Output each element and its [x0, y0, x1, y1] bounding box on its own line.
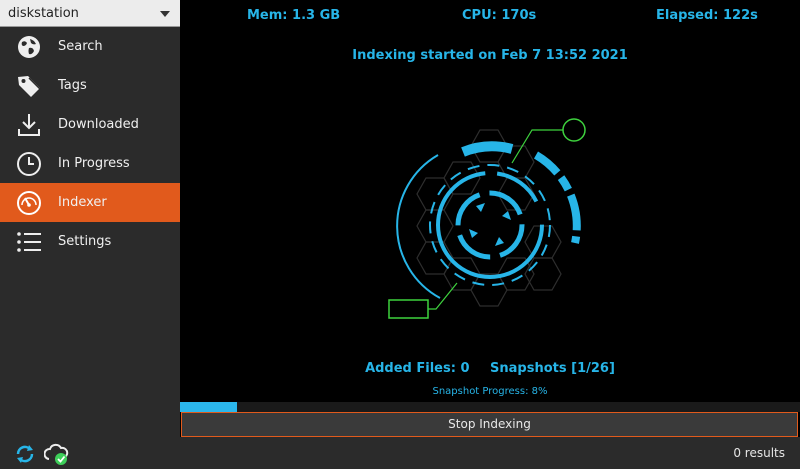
snapshot-progress-fill — [180, 402, 238, 412]
callout-top-right — [511, 118, 586, 164]
indexing-started-text: Indexing started on Feb 7 13:52 2021 — [352, 48, 628, 63]
mid-ring — [429, 164, 551, 286]
indexing-counts: Added Files: 0 Snapshots [1/26] — [180, 361, 800, 376]
speedometer-icon — [0, 183, 58, 222]
sidebar-item-label: Search — [58, 39, 103, 54]
download-icon — [0, 105, 58, 144]
callout-bottom-left — [388, 282, 458, 319]
cpu-stat: CPU: 170s — [462, 8, 537, 23]
sidebar-item-label: In Progress — [58, 156, 130, 171]
mem-stat: Mem: 1.3 GB — [247, 8, 341, 23]
cloud-connected-icon[interactable] — [43, 443, 70, 469]
outer-arc — [396, 154, 441, 299]
inner-ring — [455, 190, 525, 260]
clock-icon — [0, 144, 58, 183]
globe-icon — [0, 27, 58, 66]
snapshot-progress-bar — [180, 402, 800, 412]
sidebar-item-label: Indexer — [58, 195, 107, 210]
sidebar-item-label: Downloaded — [58, 117, 139, 132]
sidebar-item-in-progress[interactable]: In Progress — [0, 144, 180, 183]
sidebar-item-indexer[interactable]: Indexer — [0, 183, 180, 222]
status-bar: 0 results — [0, 437, 800, 469]
snapshot-progress-label: Snapshot Progress: 8% — [432, 386, 548, 397]
elapsed-stat: Elapsed: 122s — [656, 8, 758, 23]
added-files-count: Added Files: 0 — [365, 361, 470, 376]
stop-indexing-button[interactable]: Stop Indexing — [181, 412, 798, 437]
server-dropdown-value: diskstation — [8, 6, 79, 21]
indexing-animation — [388, 118, 586, 319]
sidebar-item-tags[interactable]: Tags — [0, 66, 180, 105]
tag-icon — [0, 66, 58, 105]
chevron-down-icon[interactable] — [160, 11, 170, 17]
sidebar-item-downloaded[interactable]: Downloaded — [0, 105, 180, 144]
sidebar: diskstation Search Tags Downloaded In Pr… — [0, 0, 180, 437]
sidebar-item-settings[interactable]: Settings — [0, 222, 180, 261]
sidebar-item-search[interactable]: Search — [0, 27, 180, 66]
snapshots-count: Snapshots [1/26] — [490, 361, 615, 376]
list-icon — [0, 222, 58, 261]
sidebar-item-label: Settings — [58, 234, 112, 249]
indexer-panel: Mem: 1.3 GB CPU: 170s Elapsed: 122s Inde… — [180, 0, 800, 437]
sidebar-item-label: Tags — [58, 78, 87, 93]
results-count: 0 results — [733, 446, 785, 460]
server-dropdown[interactable]: diskstation — [0, 0, 180, 27]
sync-icon[interactable] — [14, 443, 36, 469]
top-arc-block — [461, 141, 514, 157]
